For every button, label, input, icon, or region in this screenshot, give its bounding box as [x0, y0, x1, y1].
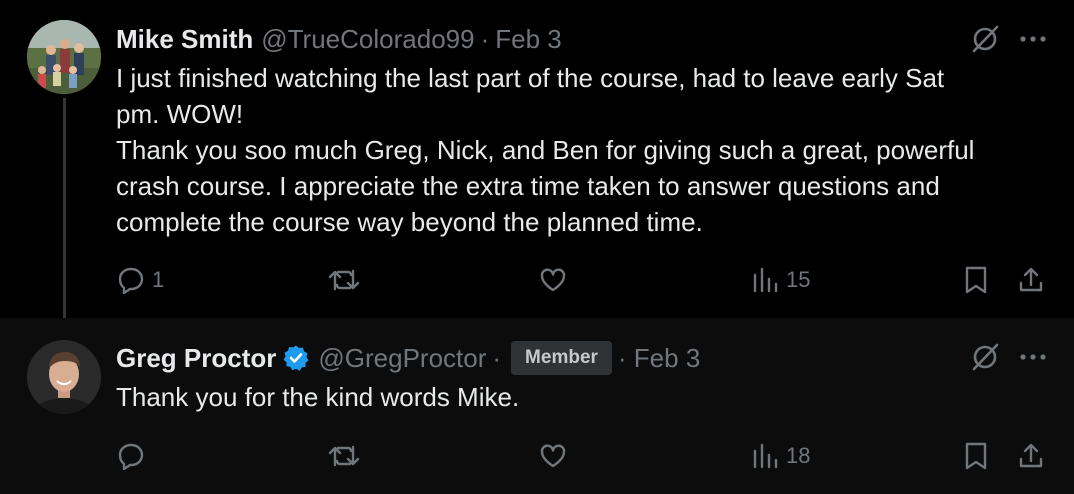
grok-icon[interactable]	[970, 24, 1000, 54]
retweet-icon	[328, 265, 360, 295]
retweet-icon	[328, 441, 360, 471]
reply-button[interactable]	[116, 438, 146, 474]
separator-dot: ·	[492, 342, 502, 373]
like-button[interactable]	[538, 262, 568, 298]
author-handle[interactable]: @TrueColorado99	[261, 24, 474, 55]
member-badge[interactable]: Member	[511, 341, 612, 375]
views-icon	[750, 441, 780, 471]
more-icon[interactable]	[1020, 35, 1046, 43]
tweet-text-line: Thank you for the kind words Mike.	[116, 382, 520, 412]
more-icon[interactable]	[1020, 353, 1046, 361]
author-name[interactable]: Greg Proctor	[116, 343, 276, 374]
like-button[interactable]	[538, 438, 568, 474]
tweet-mike-smith[interactable]: Mike Smith @TrueColorado99 · Feb 3 I jus…	[0, 0, 1074, 330]
retweet-button[interactable]	[328, 438, 360, 474]
tweet-header: Greg Proctor @GregProctor · Member · Feb…	[116, 340, 700, 376]
separator-dot: ·	[480, 23, 490, 54]
tweet-text-line: complete the course way beyond the plann…	[116, 207, 703, 237]
avatar-mike-smith[interactable]	[27, 20, 101, 94]
thread-connector-line	[63, 98, 66, 330]
tweet-date[interactable]: Feb 3	[495, 24, 562, 55]
date-separator: ·	[617, 342, 634, 373]
like-icon	[538, 265, 568, 295]
retweet-button[interactable]	[328, 262, 360, 298]
tweet-text-line: Thank you soo much Greg, Nick, and Ben f…	[116, 135, 975, 165]
tweet-text: I just finished watching the last part o…	[116, 60, 1046, 240]
author-name[interactable]: Mike Smith	[116, 24, 253, 55]
date-value: Feb 3	[633, 342, 701, 373]
tweet-actions: 18	[116, 438, 1046, 474]
avatar-greg-proctor[interactable]	[27, 340, 101, 414]
reply-icon	[116, 265, 146, 295]
views-count: 18	[786, 443, 811, 468]
verified-icon[interactable]	[282, 344, 310, 372]
views-icon	[750, 265, 780, 295]
share-icon	[1016, 265, 1046, 295]
tweet-text-line: I just finished watching the last part o…	[116, 63, 945, 93]
tweet-text-line: crash course. I appreciate the extra tim…	[116, 171, 940, 201]
share-icon	[1016, 441, 1046, 471]
views-button[interactable]: 15	[750, 262, 810, 298]
grok-icon[interactable]	[970, 342, 1000, 372]
tweet-top-icons	[970, 342, 1046, 372]
tweet-header: Mike Smith @TrueColorado99 · Feb 3	[116, 22, 562, 56]
reply-button[interactable]: 1	[116, 262, 164, 298]
author-handle[interactable]: @GregProctor	[318, 343, 486, 374]
reply-icon	[116, 441, 146, 471]
tweet-text: Thank you for the kind words Mike.	[116, 379, 1046, 415]
reply-count: 1	[152, 267, 165, 292]
tweet-top-icons	[970, 24, 1046, 54]
views-button[interactable]: 18	[750, 438, 810, 474]
views-count: 15	[786, 267, 811, 292]
bookmark-icon	[962, 441, 990, 471]
like-icon	[538, 441, 568, 471]
bookmark-icon	[962, 265, 990, 295]
bookmark-button[interactable]	[962, 262, 990, 298]
tweet-actions: 1 15	[116, 262, 1046, 298]
share-button[interactable]	[1016, 262, 1046, 298]
share-button[interactable]	[1016, 438, 1046, 474]
bookmark-button[interactable]	[962, 438, 990, 474]
tweet-greg-proctor[interactable]: Greg Proctor @GregProctor · Member · Feb…	[0, 318, 1074, 494]
tweet-date[interactable]: · Feb 3	[618, 343, 700, 374]
tweet-text-line: pm. WOW!	[116, 99, 244, 129]
